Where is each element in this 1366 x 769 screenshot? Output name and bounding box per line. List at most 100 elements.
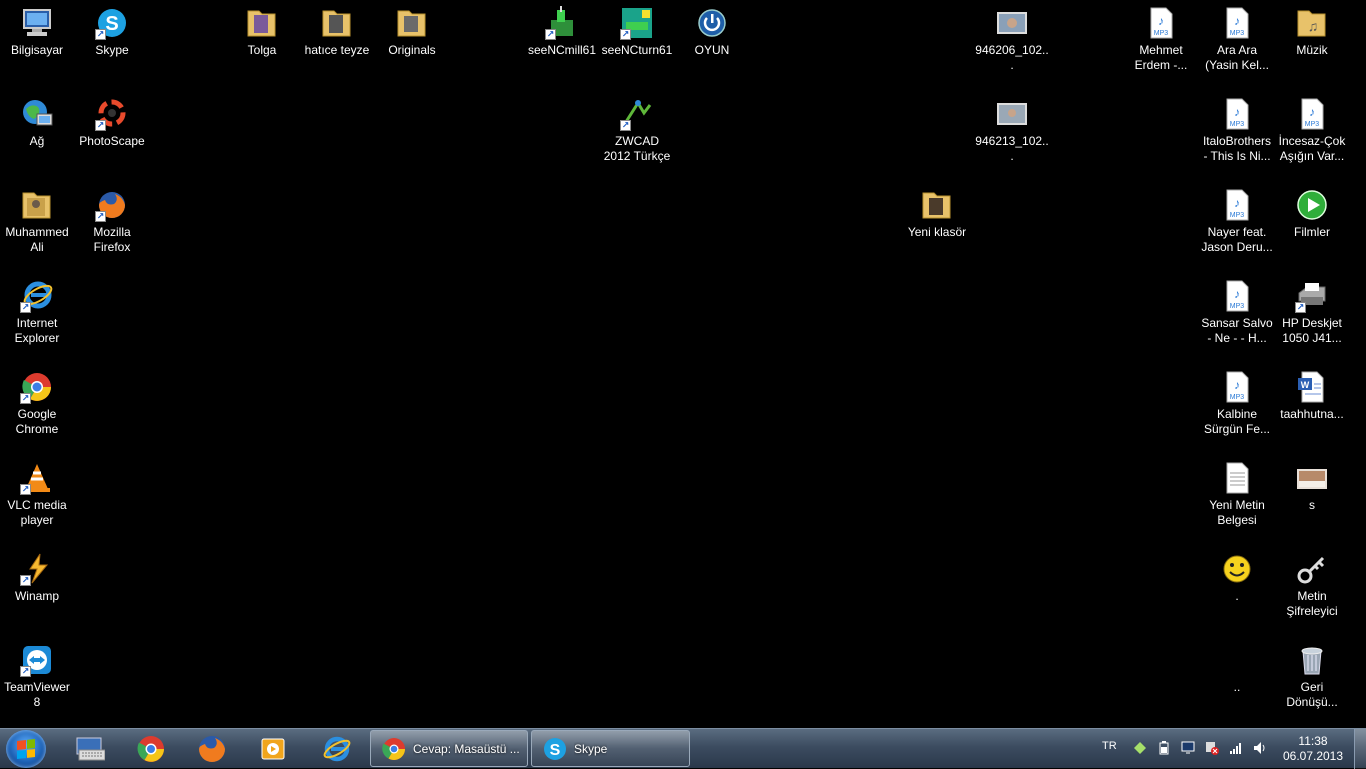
desktop-icon-label: Mehmet Erdem -... [1134, 43, 1188, 72]
desktop-icon-oyun[interactable]: OYUN [674, 0, 750, 86]
desktop-icon-label: VLC media player [7, 498, 67, 527]
desktop-icon-label: Sansar Salvo - Ne - - H... [1201, 316, 1273, 345]
music-folder-icon: ♫ [1295, 6, 1329, 40]
desktop-icon-yeni-klasor[interactable]: Yeni klasör [899, 182, 975, 268]
taskbar-pin-firefox[interactable] [184, 731, 240, 767]
folder-icon [395, 6, 429, 40]
blank-icon [1220, 643, 1254, 677]
action-center-icon[interactable] [1181, 741, 1195, 755]
desktop-icon-mehmet-erdem[interactable]: ♪ MP3 Mehmet Erdem -... [1123, 0, 1199, 86]
network-warning-icon[interactable] [1205, 741, 1219, 755]
desktop-icon-label: Mozilla Firefox [93, 225, 131, 254]
desktop-icon-yeni-metin-belgesi[interactable]: Yeni Metin Belgesi [1199, 455, 1275, 541]
desktop-icon-photo-946206[interactable]: 946206_102... [974, 0, 1050, 86]
desktop-icon-muzik[interactable]: ♫ Müzik [1274, 0, 1350, 86]
volume-icon[interactable] [1253, 741, 1267, 755]
desktop-icon-photoscape[interactable]: ↗ PhotoScape [74, 91, 150, 177]
desktop-icon-sansar-salvo[interactable]: ♪ MP3 Sansar Salvo - Ne - - H... [1199, 273, 1275, 359]
mp3-icon: ♪ MP3 [1220, 370, 1254, 404]
desktop-icon-dot[interactable]: . [1199, 546, 1275, 632]
firefox-icon [199, 736, 225, 762]
skype-icon: S [544, 737, 566, 760]
desktop-icon-nayer[interactable]: ♪ MP3 Nayer feat. Jason Deru... [1199, 182, 1275, 268]
skype-icon: S ↗ [95, 6, 129, 40]
key-icon [1295, 552, 1329, 586]
shortcut-arrow-icon: ↗ [95, 120, 106, 131]
desktop-icon-taahhutname[interactable]: W taahhutna... [1274, 364, 1350, 450]
mp3-icon: ♪ MP3 [1220, 97, 1254, 131]
desktop-icon-network[interactable]: Ağ [0, 91, 75, 177]
desktop-icon-google-chrome[interactable]: ↗ Google Chrome [0, 364, 75, 450]
desktop-icon-hp-deskjet[interactable]: ↗ HP Deskjet 1050 J41... [1274, 273, 1350, 359]
desktop-icon-originals[interactable]: Originals [374, 0, 450, 86]
firefox-icon: ↗ [95, 188, 129, 222]
desktop-icon-firefox[interactable]: ↗ Mozilla Firefox [74, 182, 150, 268]
teamviewer-icon: ↗ [20, 643, 54, 677]
desktop-icon-metin-sifreleyici[interactable]: Metin Şifreleyici [1274, 546, 1350, 632]
language-indicator[interactable]: TR [1102, 740, 1117, 752]
winamp-icon: ↗ [20, 552, 54, 586]
svg-text:S: S [105, 13, 118, 35]
svg-text:♫: ♫ [1308, 18, 1319, 34]
shortcut-arrow-icon: ↗ [20, 484, 31, 495]
taskbar-pin-keyboard[interactable] [62, 731, 118, 767]
desktop-icon-kalbine-surgun[interactable]: ♪ MP3 Kalbine Sürgün Fe... [1199, 364, 1275, 450]
taskbar-pin-media-player[interactable] [245, 731, 301, 767]
mp3-icon: ♪ MP3 [1220, 188, 1254, 222]
desktop-icon-label: Skype [95, 43, 129, 57]
shortcut-arrow-icon: ↗ [95, 29, 106, 40]
desktop-icon-muhammed-ali[interactable]: Muhammed Ali [0, 182, 75, 268]
desktop-icon-winamp[interactable]: ↗ Winamp [0, 546, 75, 632]
shortcut-arrow-icon: ↗ [620, 29, 631, 40]
desktop-icon-label: PhotoScape [79, 134, 145, 148]
show-desktop-button[interactable] [1354, 729, 1366, 769]
desktop-icon-label: 946206_102... [975, 43, 1049, 72]
desktop-icon-filmler[interactable]: Filmler [1274, 182, 1350, 268]
svg-text:♪: ♪ [1234, 196, 1240, 210]
cnc-mill-icon: ↗ [545, 6, 579, 40]
desktop-icon-ara-ara[interactable]: ♪ MP3 Ara Ara (Yasin Kel... [1199, 0, 1275, 86]
photo-icon [995, 6, 1029, 40]
desktop-icon-label: Ara Ara (Yasin Kel... [1205, 43, 1269, 72]
taskbar-pin-chrome[interactable] [123, 731, 179, 767]
desktop-icon-tolga[interactable]: Tolga [224, 0, 300, 86]
desktop-icon-zwcad[interactable]: ↗ ZWCAD 2012 Türkçe Aka... [599, 91, 675, 177]
svg-text:♪: ♪ [1309, 105, 1315, 119]
chrome-icon [382, 737, 405, 760]
taskbar-task-chrome[interactable]: Cevap: Masaüstü ... [370, 730, 528, 767]
desktop-icon-incesaz[interactable]: ♪ MP3 İncesaz-Çok Aşığın Var... [1274, 91, 1350, 177]
desktop-icon-vlc[interactable]: ↗ VLC media player [0, 455, 75, 541]
desktop-icon-dotdot[interactable]: .. [1199, 637, 1275, 723]
desktop-icon-seencturn61[interactable]: ↗ seeNCturn61 [599, 0, 675, 86]
desktop-icon-skype[interactable]: S ↗ Skype [74, 0, 150, 86]
power-icon [695, 6, 729, 40]
desktop-icon-seencmill61[interactable]: ↗ seeNCmill61 [524, 0, 600, 86]
taskbar-task-skype[interactable]: S Skype [531, 730, 690, 767]
clock[interactable]: 11:38 06.07.2013 [1282, 734, 1344, 764]
desktop-icon-label: Internet Explorer [14, 316, 60, 345]
desktop-icon-label: Winamp [14, 589, 59, 603]
shortcut-arrow-icon: ↗ [20, 302, 31, 313]
desktop-icon-italobrothers[interactable]: ♪ MP3 ItaloBrothers - This Is Ni... [1199, 91, 1275, 177]
clock-date: 06.07.2013 [1282, 749, 1344, 763]
chrome-icon [137, 736, 164, 762]
desktop-icon-photo-946213[interactable]: 946213_102... [974, 91, 1050, 177]
svg-text:MP3: MP3 [1230, 394, 1245, 401]
desktop-icon-internet-explorer[interactable]: ↗ Internet Explorer [0, 273, 75, 359]
desktop-icon-teamviewer[interactable]: ↗ TeamViewer 8 [0, 637, 75, 723]
desktop-icon-hatice-teyze[interactable]: hatıce teyze [299, 0, 375, 86]
desktop-icon-recycle-bin[interactable]: Geri Dönüşü... [1274, 637, 1350, 723]
desktop-icon-label: Filmler [1294, 225, 1330, 239]
svg-text:♪: ♪ [1234, 287, 1240, 301]
mp3-icon: ♪ MP3 [1220, 6, 1254, 40]
skype-tray-icon[interactable] [1133, 741, 1147, 755]
battery-icon[interactable] [1157, 741, 1171, 755]
signal-icon[interactable] [1229, 741, 1243, 755]
taskbar: Cevap: Masaüstü ... S Skype TR 11:38 06.… [0, 728, 1366, 769]
start-button[interactable] [6, 730, 46, 768]
desktop-icon-s[interactable]: s [1274, 455, 1350, 541]
mp3-icon: ♪ MP3 [1220, 279, 1254, 313]
taskbar-pin-internet-explorer[interactable] [308, 731, 364, 767]
shortcut-arrow-icon: ↗ [545, 29, 556, 40]
desktop-icon-computer[interactable]: Bilgisayar [0, 0, 75, 86]
